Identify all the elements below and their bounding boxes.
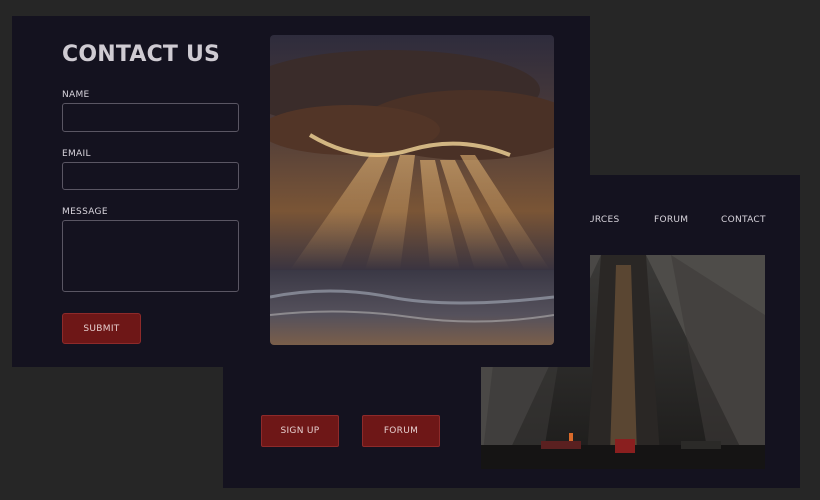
sunrays-ocean-image — [270, 35, 554, 345]
name-label: NAME — [62, 90, 90, 100]
email-label: EMAIL — [62, 149, 91, 159]
sign-up-button[interactable]: SIGN UP — [261, 415, 339, 447]
name-field[interactable] — [62, 103, 239, 132]
nav-link-contact[interactable]: CONTACT — [721, 215, 766, 225]
forum-button[interactable]: FORUM — [362, 415, 440, 447]
nav-link-forum[interactable]: FORUM — [654, 215, 688, 225]
page-title: CONTACT US — [62, 42, 221, 67]
submit-button[interactable]: SUBMIT — [62, 313, 141, 344]
message-field[interactable] — [62, 220, 239, 292]
message-label: MESSAGE — [62, 207, 108, 217]
email-field[interactable] — [62, 162, 239, 190]
contact-panel: CONTACT US NAME EMAIL MESSAGE SUBMIT — [12, 16, 590, 367]
